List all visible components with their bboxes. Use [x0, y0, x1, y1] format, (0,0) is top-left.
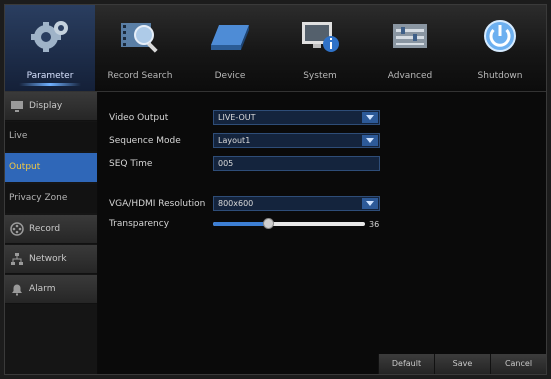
top-menu-bar: Parameter Record Search Device System Ad… [5, 5, 546, 92]
menu-parameter-label: Parameter [26, 71, 74, 81]
resolution-value: 800x600 [218, 199, 254, 208]
sidebar-item-output-label: Output [9, 162, 41, 172]
sidebar-item-record-label: Record [29, 224, 61, 234]
alarm-icon [12, 284, 22, 296]
sidebar-item-privacy-zone-label: Privacy Zone [9, 193, 68, 203]
menu-record-search[interactable]: Record Search [95, 5, 185, 91]
menu-advanced[interactable]: Advanced [365, 5, 455, 91]
chevron-down-icon[interactable] [362, 112, 378, 123]
sidebar-item-network[interactable]: Network [5, 245, 97, 274]
display-icon [11, 101, 23, 112]
sidebar-item-output[interactable]: Output [5, 153, 97, 182]
transparency-slider-handle[interactable] [262, 218, 274, 229]
menu-system-label: System [303, 71, 337, 81]
gears-icon [31, 21, 68, 52]
video-output-select[interactable]: LIVE-OUT [213, 110, 380, 125]
sequence-mode-value: Layout1 [218, 136, 251, 145]
menu-system[interactable]: System [275, 5, 365, 91]
cancel-button[interactable]: Cancel [490, 354, 546, 374]
sequence-mode-label: Sequence Mode [109, 136, 181, 146]
transparency-slider[interactable] [213, 218, 365, 229]
sidebar: Display Live Output Privacy Zone Record [5, 92, 97, 374]
sidebar-item-record[interactable]: Record [5, 215, 97, 244]
output-settings-panel: Video Output LIVE-OUT Sequence Mode Layo… [98, 92, 546, 354]
monitor-info-icon [302, 22, 339, 52]
bottom-button-bar: Default Save Cancel [98, 354, 546, 374]
hard-drive-icon [211, 25, 249, 50]
resolution-select[interactable]: 800x600 [213, 196, 380, 211]
sidebar-item-display-label: Display [29, 101, 63, 111]
menu-device-label: Device [214, 71, 246, 81]
video-output-label: Video Output [109, 113, 169, 123]
sidebar-item-display[interactable]: Display [5, 92, 97, 121]
active-indicator [19, 83, 81, 86]
save-button[interactable]: Save [434, 354, 490, 374]
sidebar-item-alarm[interactable]: Alarm [5, 275, 97, 304]
menu-shutdown[interactable]: Shutdown [455, 5, 545, 91]
film-search-icon [121, 23, 158, 53]
seq-time-input[interactable]: 005 [213, 156, 380, 171]
dvr-window: Parameter Record Search Device System Ad… [4, 4, 547, 375]
transparency-label: Transparency [109, 219, 170, 229]
resolution-label: VGA/HDMI Resolution [109, 199, 206, 209]
video-output-value: LIVE-OUT [218, 113, 256, 122]
sequence-mode-select[interactable]: Layout1 [213, 133, 380, 148]
sidebar-item-live-label: Live [9, 131, 28, 141]
sidebar-item-network-label: Network [29, 254, 67, 264]
sliders-icon [393, 24, 427, 48]
seq-time-value: 005 [218, 159, 234, 168]
menu-record-search-label: Record Search [107, 71, 173, 81]
chevron-down-icon[interactable] [362, 198, 378, 209]
sidebar-item-alarm-label: Alarm [29, 284, 56, 294]
film-reel-icon [10, 222, 24, 236]
menu-device[interactable]: Device [185, 5, 275, 91]
menu-shutdown-label: Shutdown [477, 71, 523, 81]
default-button[interactable]: Default [378, 354, 434, 374]
power-icon [484, 20, 516, 52]
menu-parameter[interactable]: Parameter [5, 5, 95, 91]
chevron-down-icon[interactable] [362, 135, 378, 146]
sidebar-item-privacy-zone[interactable]: Privacy Zone [5, 184, 97, 213]
menu-advanced-label: Advanced [387, 71, 433, 81]
sidebar-item-live[interactable]: Live [5, 122, 97, 151]
seq-time-label: SEQ Time [109, 159, 153, 169]
transparency-slider-fill [213, 222, 268, 226]
network-icon [11, 253, 23, 265]
transparency-value: 36 [369, 220, 380, 229]
